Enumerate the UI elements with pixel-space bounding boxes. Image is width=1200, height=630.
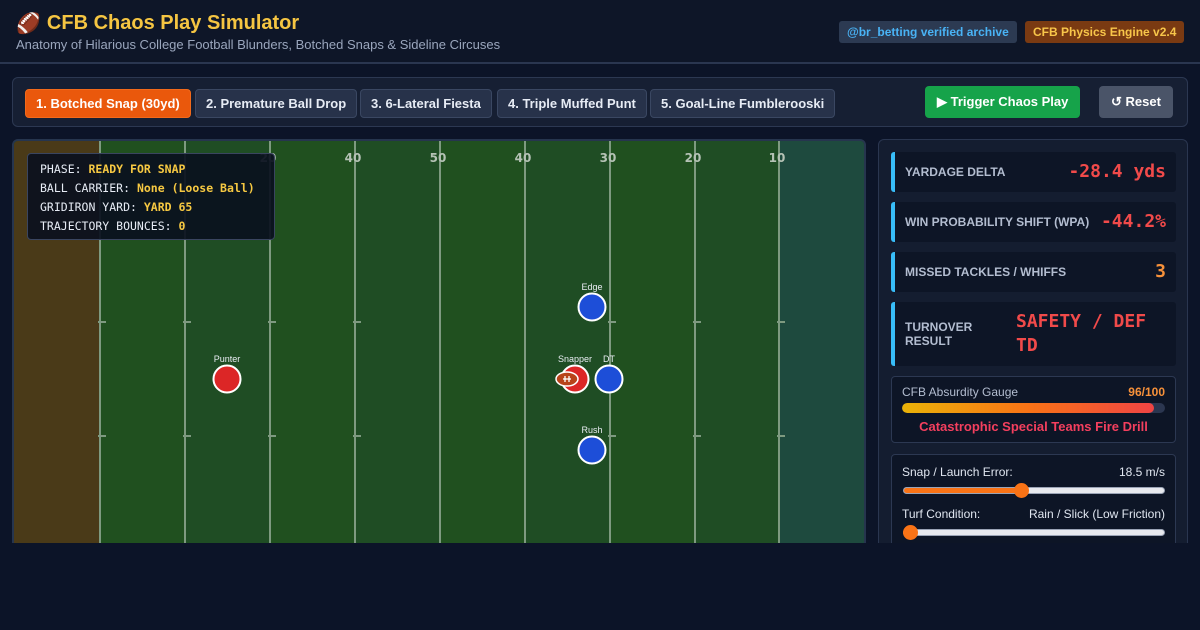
stats-panel: YARDAGE DELTA -28.4 yds WIN PROBABILITY …: [878, 139, 1188, 564]
yard-number: 20: [685, 151, 702, 165]
yard-number: 30: [600, 151, 617, 165]
stat-card-wpa: WIN PROBABILITY SHIFT (WPA) -44.2%: [891, 202, 1176, 242]
reset-button[interactable]: ↺ Reset: [1099, 86, 1173, 118]
tab-triple-muffed-punt[interactable]: 4. Triple Muffed Punt: [497, 89, 647, 118]
snap-error-label: Snap / Launch Error:: [902, 465, 1013, 479]
gauge-score: 96/100: [1128, 385, 1165, 399]
hud-gridiron-yard: GRIDIRON YARD: YARD 65: [40, 200, 193, 214]
stat-label: MISSED TACKLES / WHIFFS: [905, 265, 1067, 279]
slider-thumb[interactable]: [903, 525, 918, 540]
page-footer-area: [0, 543, 1200, 630]
app-title-text: CFB Chaos Play Simulator: [46, 12, 300, 34]
player-label-punter: Punter: [214, 354, 241, 364]
slider-fill: [904, 488, 1021, 493]
hud-ball-carrier: BALL CARRIER: None (Loose Ball): [40, 181, 255, 195]
player-dt[interactable]: [594, 364, 624, 394]
hud-phase: PHASE: READY FOR SNAP: [40, 162, 186, 176]
football-icon[interactable]: [555, 371, 579, 387]
tab-premature-ball-drop[interactable]: 2. Premature Ball Drop: [195, 89, 358, 118]
app-header: 🏈 CFB Chaos Play Simulator Anatomy of Hi…: [0, 0, 1200, 64]
stat-value-wpa: -44.2%: [1100, 211, 1166, 232]
stat-card-yardage: YARDAGE DELTA -28.4 yds: [891, 152, 1176, 192]
player-label-snapper: Snapper: [558, 354, 592, 364]
endzone-right: [779, 141, 864, 557]
football-icon: 🏈: [16, 13, 41, 35]
tab-botched-snap[interactable]: 1. Botched Snap (30yd): [25, 89, 191, 118]
trigger-chaos-play-button[interactable]: ▶ Trigger Chaos Play: [925, 86, 1081, 118]
hud-trajectory-bounces: TRAJECTORY BOUNCES: 0: [40, 219, 186, 233]
hud-bounces-value: 0: [178, 219, 186, 233]
stat-label: TURNOVER RESULT: [905, 320, 973, 348]
app-title: 🏈 CFB Chaos Play Simulator: [16, 11, 299, 36]
snap-error-value: 18.5 m/s: [1118, 465, 1165, 479]
tab-goal-line-fumblerooski[interactable]: 5. Goal-Line Fumblerooski: [650, 89, 836, 118]
yard-number: 40: [515, 151, 532, 165]
player-punter[interactable]: [212, 364, 242, 394]
hud-gridiron-yard-value: YARD 65: [143, 200, 193, 214]
turf-condition-slider[interactable]: [903, 525, 1165, 540]
stat-label: YARDAGE DELTA: [905, 165, 1006, 179]
play-status-hud: PHASE: READY FOR SNAP BALL CARRIER: None…: [27, 153, 275, 240]
player-label-edge: Edge: [581, 282, 602, 292]
player-label-dt: DT: [603, 354, 615, 364]
turf-condition-value: Rain / Slick (Low Friction): [1028, 507, 1165, 521]
slider-thumb[interactable]: [1014, 483, 1029, 498]
player-rush[interactable]: [577, 435, 607, 465]
yard-number: 10: [769, 151, 786, 165]
app-subtitle: Anatomy of Hilarious College Football Bl…: [16, 37, 501, 52]
hud-phase-value: READY FOR SNAP: [88, 162, 186, 176]
player-label-rush: Rush: [581, 425, 602, 435]
player-edge[interactable]: [577, 292, 607, 322]
gauge-label: CFB Absurdity Gauge: [902, 385, 1019, 399]
tab-lateral-fiesta[interactable]: 3. 6-Lateral Fiesta: [360, 89, 492, 118]
snap-error-slider[interactable]: [903, 483, 1165, 498]
gauge-fill: [902, 403, 1155, 413]
stat-value-turnover: SAFETY / DEF TD: [1016, 311, 1147, 356]
stat-value-yardage: -28.4 yds: [1068, 161, 1166, 182]
gauge-verdict: Catastrophic Special Teams Fire Drill: [919, 419, 1148, 434]
yard-number: 50: [430, 151, 447, 165]
engine-version-badge: CFB Physics Engine v2.4: [1025, 21, 1185, 43]
stat-label: WIN PROBABILITY SHIFT (WPA): [905, 215, 1090, 229]
stat-value-missed-tackles: 3: [1155, 261, 1166, 282]
source-badge: @br_betting verified archive: [839, 21, 1017, 43]
stat-card-missed-tackles: MISSED TACKLES / WHIFFS 3: [891, 252, 1176, 292]
scenario-toolbar: 1. Botched Snap (30yd) 2. Premature Ball…: [12, 77, 1188, 127]
gauge-track: [902, 403, 1165, 413]
yard-number: 40: [345, 151, 362, 165]
turf-condition-label: Turf Condition:: [902, 507, 981, 521]
stat-card-turnover: TURNOVER RESULT SAFETY / DEF TD: [891, 302, 1176, 366]
absurdity-gauge: CFB Absurdity Gauge 96/100 Catastrophic …: [891, 376, 1176, 443]
football-field[interactable]: 20 40 50 40 30 20 10 Punter Snapper DT E…: [12, 139, 866, 559]
hud-ball-carrier-value: None (Loose Ball): [136, 181, 255, 195]
